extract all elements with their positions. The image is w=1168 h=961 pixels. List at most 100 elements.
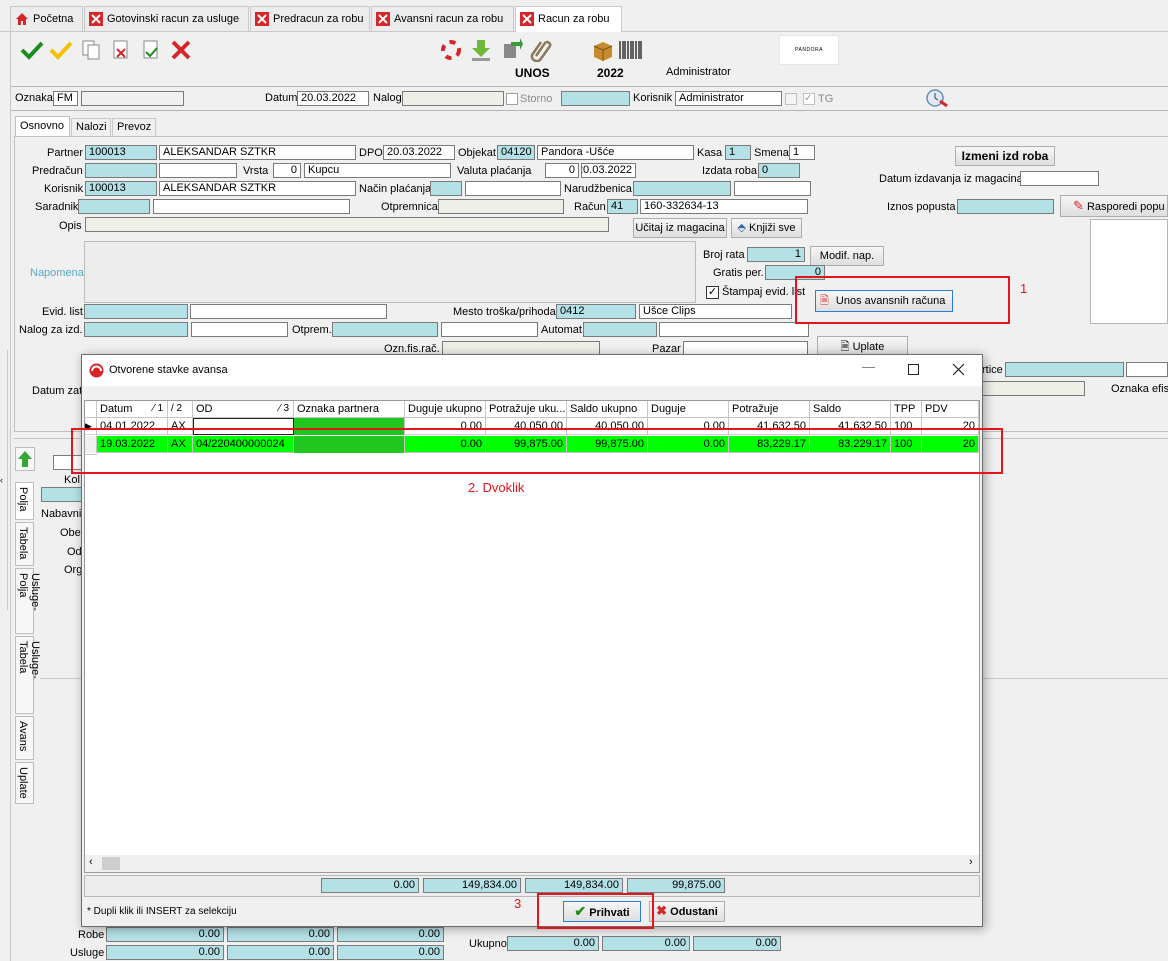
broj-rata-field[interactable]: 1 [747, 247, 805, 262]
horizontal-scrollbar[interactable]: ‹ › [85, 855, 979, 872]
nacin-placanja-field[interactable] [465, 181, 561, 196]
col-potrazuje[interactable]: Potražuje [729, 401, 810, 418]
minimize-button[interactable]: — [862, 359, 875, 374]
ucitaj-iz-magacina-button[interactable]: Učitaj iz magacina [633, 218, 727, 238]
izdata-roba-field[interactable]: 0 [758, 163, 800, 178]
box-icon[interactable] [591, 37, 615, 63]
otpremnica-field[interactable] [438, 199, 564, 214]
tab-prevoz[interactable]: Prevoz [112, 118, 156, 137]
check-yellow-icon[interactable] [49, 40, 73, 60]
clock-icon[interactable] [923, 87, 949, 109]
objekat-name-field[interactable]: Pandora -Ušće [537, 145, 694, 160]
smena-field[interactable]: 1 [789, 145, 815, 160]
download-icon[interactable] [470, 38, 492, 62]
close-icon[interactable] [255, 12, 269, 26]
col-pdv[interactable]: PDV [922, 401, 979, 418]
scroll-thumb[interactable] [102, 857, 120, 870]
tab-osnovno[interactable]: Osnovno [15, 116, 70, 137]
saradnik-name-field[interactable] [153, 199, 350, 214]
maximize-button[interactable] [908, 364, 919, 375]
side-tab-tabela[interactable]: Tabela [15, 522, 34, 566]
close-icon[interactable] [520, 12, 534, 26]
datum-zat-extra-field[interactable] [982, 381, 1085, 396]
nacin-placanja-code-field[interactable] [430, 181, 462, 196]
korisnik-header-field[interactable]: Administrator [675, 91, 782, 106]
korisnik-checkbox[interactable] [785, 93, 797, 105]
col-2[interactable]: / 2 [168, 401, 193, 418]
artice-field[interactable] [1005, 362, 1124, 377]
narudzbenica-code-field[interactable] [633, 181, 731, 196]
oznaka-desc-field[interactable] [81, 91, 184, 106]
attach-icon[interactable] [530, 38, 552, 62]
nalog-field[interactable] [402, 91, 504, 106]
side-tab-usluge-polja[interactable]: Usluge-Polja [15, 568, 41, 634]
collapse-handle[interactable]: ‹ [0, 350, 8, 610]
artice-extra-field[interactable] [1126, 362, 1168, 377]
approve-doc-icon[interactable] [141, 39, 161, 61]
up-arrow-button[interactable] [15, 447, 35, 471]
side-tab-usluge-tabela[interactable]: Usluge-Tabela [15, 636, 41, 714]
barcode-icon[interactable] [619, 41, 643, 59]
oznaka-field[interactable]: FM [53, 91, 78, 106]
automat-code-field[interactable] [583, 322, 657, 337]
partner-name-field[interactable]: ALEKSANDAR SZTKR [159, 145, 356, 160]
automat-field[interactable] [659, 322, 809, 337]
kasa-field[interactable]: 1 [725, 145, 751, 160]
tab-gotovinski[interactable]: Gotovinski racun za usluge [84, 6, 249, 31]
dpo-field[interactable]: 20.03.2022 [383, 145, 455, 160]
col-oznaka-partnera[interactable]: Oznaka partnera [294, 401, 405, 418]
col-saldo-ukupno[interactable]: Saldo ukupno [567, 401, 648, 418]
close-icon[interactable] [376, 12, 390, 26]
storno-field[interactable] [561, 91, 630, 106]
nalog-za-izd-field[interactable] [191, 322, 288, 337]
datum-izdavanja-field[interactable] [1020, 171, 1099, 186]
side-tab-avans[interactable]: Avans [15, 716, 34, 760]
tab-racun[interactable]: Racun za robu [515, 6, 622, 32]
kol-field[interactable] [41, 487, 83, 502]
check-icon[interactable] [20, 40, 44, 60]
mesto-troska-code-field[interactable]: 0412 [556, 304, 636, 319]
side-tab-uplate[interactable]: Uplate [15, 762, 34, 804]
tab-nalozi[interactable]: Nalozi [71, 118, 111, 137]
tab-avansni[interactable]: Avansni racun za robu [371, 6, 514, 31]
col-saldo[interactable]: Saldo [810, 401, 891, 418]
col-datum[interactable]: Datum ⁄ 1 [97, 401, 168, 418]
izmeni-izd-roba-button[interactable]: Izmeni izd roba [955, 146, 1055, 166]
narudzbenica-field[interactable] [734, 181, 811, 196]
racun-number-field[interactable]: 160-332634-13 [640, 199, 808, 214]
export-icon[interactable] [501, 38, 523, 62]
nalog-za-izd-code-field[interactable] [84, 322, 188, 337]
evid-list-field[interactable] [190, 304, 387, 319]
close-icon[interactable] [89, 12, 103, 26]
saradnik-code-field[interactable] [78, 199, 150, 214]
scroll-left-icon[interactable]: ‹ [89, 856, 93, 868]
stampaj-checkbox[interactable]: ✓ [706, 286, 719, 299]
valuta-date-field[interactable]: 20.03.2022 [581, 163, 636, 178]
evid-list-code-field[interactable] [84, 304, 188, 319]
side-tab-polja[interactable]: Polja [15, 482, 34, 520]
iznos-popusta-field[interactable] [957, 199, 1054, 214]
col-potrazuje-ukupno[interactable]: Potražuje uku... [486, 401, 567, 418]
delete-doc-icon[interactable] [111, 39, 131, 61]
close-icon[interactable] [952, 363, 965, 376]
col-duguje[interactable]: Duguje [648, 401, 729, 418]
tab-predracun[interactable]: Predracun za robu [250, 6, 370, 31]
scroll-right-icon[interactable]: › [969, 856, 973, 868]
napomena-field[interactable] [84, 241, 696, 303]
otprem-code-field[interactable] [332, 322, 438, 337]
otprem-field[interactable] [441, 322, 538, 337]
partner-code-field[interactable]: 100013 [85, 145, 157, 160]
opis-field[interactable] [85, 217, 609, 232]
storno-checkbox[interactable] [506, 93, 518, 105]
rasporedi-popust-button[interactable]: ✎ Rasporedi popu [1060, 195, 1168, 217]
knjizi-sve-button[interactable]: ⬘ Knjiži sve [731, 218, 802, 238]
col-od[interactable]: OD ⁄ 3 [193, 401, 294, 418]
col-duguje-ukupno[interactable]: Duguje ukupno [405, 401, 486, 418]
predracun-desc-field[interactable] [159, 163, 237, 178]
mesto-troska-name-field[interactable]: Ušce Clips [639, 304, 792, 319]
cancel-icon[interactable] [170, 39, 192, 61]
lifebuoy-icon[interactable] [440, 39, 462, 61]
col-tpp[interactable]: TPP [891, 401, 922, 418]
modif-nap-button[interactable]: Modif. nap. [810, 246, 884, 266]
korisnik-code-field[interactable]: 100013 [85, 181, 157, 196]
